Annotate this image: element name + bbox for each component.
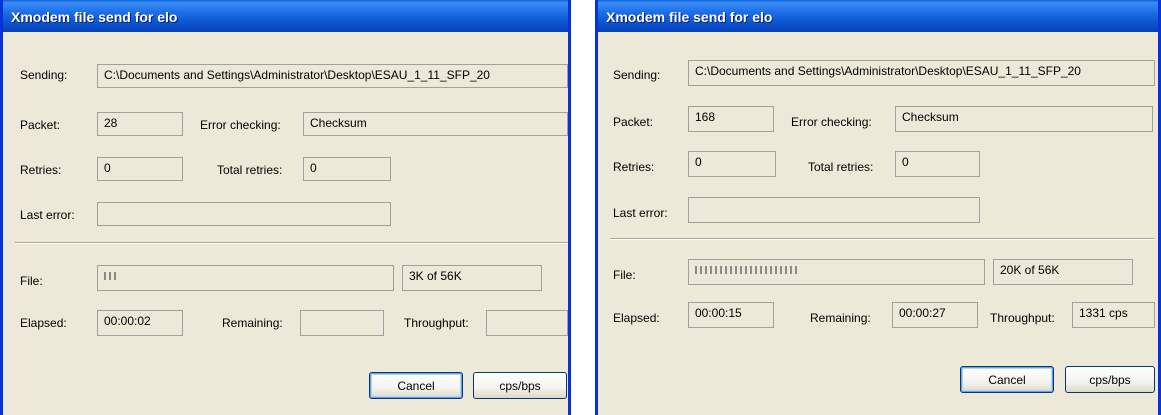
total-retries-label: Total retries: bbox=[217, 163, 283, 177]
error-checking-field: Checksum bbox=[895, 106, 1153, 132]
remaining-field bbox=[300, 310, 384, 336]
dialog-title: Xmodem file send for elo bbox=[598, 0, 1158, 32]
file-progress-bar bbox=[97, 265, 394, 291]
separator bbox=[610, 238, 1155, 240]
remaining-label: Remaining: bbox=[222, 316, 283, 330]
remaining-field: 00:00:27 bbox=[892, 302, 978, 328]
error-checking-field: Checksum bbox=[303, 112, 568, 136]
last-error-label: Last error: bbox=[613, 206, 668, 220]
sending-path-field: C:\Documents and Settings\Administrator\… bbox=[688, 60, 1155, 86]
remaining-label: Remaining: bbox=[810, 311, 871, 325]
cps-bps-button[interactable]: cps/bps bbox=[1065, 366, 1155, 393]
file-progress-fill bbox=[695, 266, 797, 274]
file-progress-bar bbox=[688, 259, 985, 285]
sending-path-field: C:\Documents and Settings\Administrator\… bbox=[97, 64, 568, 88]
cancel-button[interactable]: Cancel bbox=[960, 366, 1054, 393]
packet-label: Packet: bbox=[613, 115, 654, 129]
packet-label: Packet: bbox=[20, 118, 61, 132]
retries-label: Retries: bbox=[613, 160, 655, 174]
file-size-field: 3K of 56K bbox=[402, 265, 542, 291]
xmodem-send-dialog-1: Xmodem file send for elo Sending: C:\Doc… bbox=[0, 0, 571, 415]
throughput-field: 1331 cps bbox=[1072, 302, 1155, 328]
elapsed-field: 00:00:15 bbox=[688, 302, 774, 328]
cancel-button[interactable]: Cancel bbox=[369, 372, 463, 399]
last-error-field bbox=[688, 197, 980, 223]
file-progress-fill bbox=[104, 272, 119, 280]
packet-field: 28 bbox=[97, 112, 183, 136]
elapsed-field: 00:00:02 bbox=[97, 310, 183, 336]
elapsed-label: Elapsed: bbox=[613, 311, 660, 325]
elapsed-label: Elapsed: bbox=[20, 316, 67, 330]
file-label: File: bbox=[20, 274, 43, 288]
separator bbox=[15, 242, 568, 244]
dialog-title: Xmodem file send for elo bbox=[3, 0, 568, 32]
total-retries-label: Total retries: bbox=[808, 160, 874, 174]
retries-field: 0 bbox=[97, 157, 183, 181]
file-label: File: bbox=[613, 268, 636, 282]
cps-bps-button[interactable]: cps/bps bbox=[473, 372, 567, 399]
sending-label: Sending: bbox=[20, 68, 68, 82]
retries-label: Retries: bbox=[20, 163, 62, 177]
error-checking-label: Error checking: bbox=[791, 115, 872, 129]
xmodem-send-dialog-2: Xmodem file send for elo Sending: C:\Doc… bbox=[595, 0, 1161, 415]
total-retries-field: 0 bbox=[895, 151, 980, 177]
last-error-field bbox=[97, 202, 391, 226]
packet-field: 168 bbox=[688, 106, 774, 132]
throughput-label: Throughput: bbox=[990, 311, 1055, 325]
throughput-field bbox=[486, 310, 568, 336]
sending-label: Sending: bbox=[613, 68, 661, 82]
last-error-label: Last error: bbox=[20, 208, 75, 222]
file-size-field: 20K of 56K bbox=[993, 259, 1133, 285]
error-checking-label: Error checking: bbox=[200, 118, 281, 132]
retries-field: 0 bbox=[688, 151, 776, 177]
throughput-label: Throughput: bbox=[404, 316, 469, 330]
total-retries-field: 0 bbox=[303, 157, 391, 181]
